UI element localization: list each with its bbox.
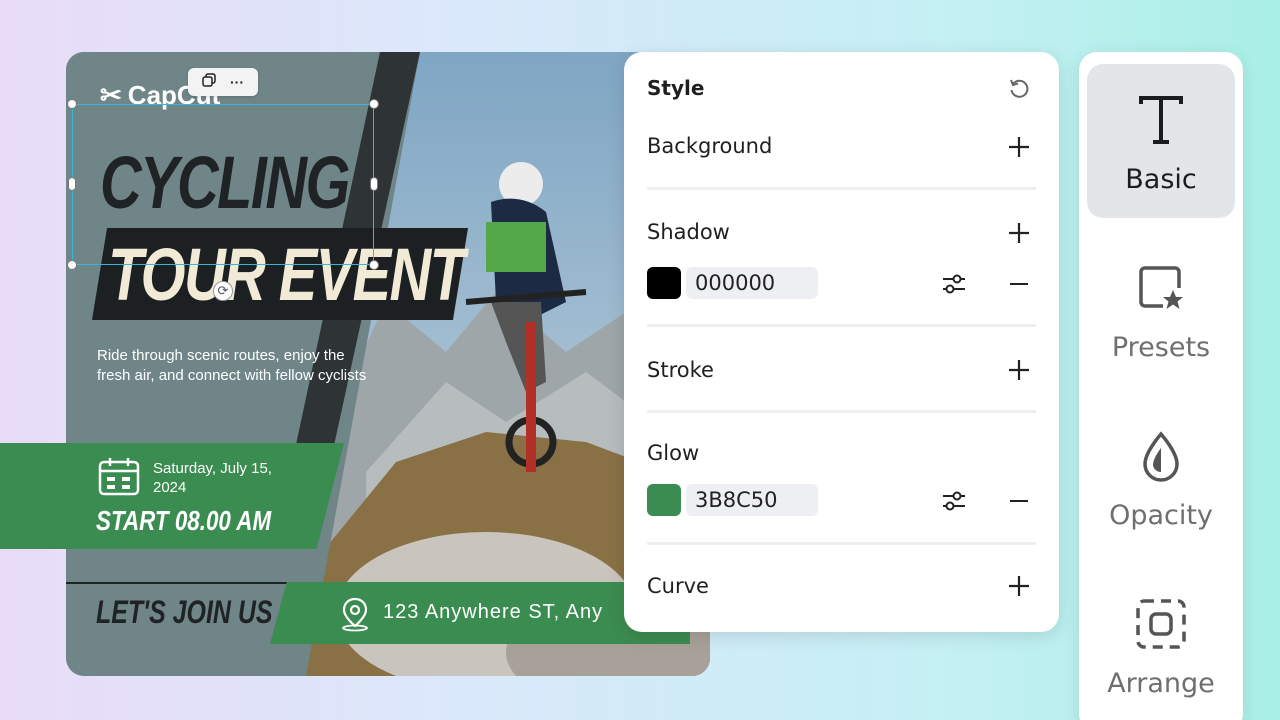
resize-handle-left[interactable] xyxy=(68,177,76,191)
calendar-icon xyxy=(98,456,140,501)
add-shadow-button[interactable] xyxy=(1006,220,1032,246)
glow-settings-icon[interactable] xyxy=(940,488,968,514)
resize-handle-bottom-left[interactable] xyxy=(67,260,77,270)
add-curve-button[interactable] xyxy=(1006,573,1032,599)
resize-handle-top-right[interactable] xyxy=(369,99,379,109)
tool-rail: Basic Presets Opacity Arrange xyxy=(1079,52,1243,720)
curve-label: Curve xyxy=(647,574,709,598)
shadow-settings-icon[interactable] xyxy=(940,271,968,297)
shadow-color-input[interactable]: 000000 xyxy=(686,267,818,299)
divider xyxy=(647,542,1036,545)
add-stroke-button[interactable] xyxy=(1006,357,1032,383)
join-cta[interactable]: LET'S JOIN US xyxy=(96,594,273,631)
divider xyxy=(647,410,1036,413)
add-background-button[interactable] xyxy=(1006,134,1032,160)
opacity-drop-icon xyxy=(1133,426,1189,486)
resize-handle-bottom-right[interactable] xyxy=(369,260,379,270)
glow-label: Glow xyxy=(647,441,700,465)
floating-toolbar: ··· xyxy=(188,68,258,96)
rail-item-label: Arrange xyxy=(1107,668,1215,699)
style-title: Style xyxy=(647,76,705,100)
stroke-label: Stroke xyxy=(647,358,714,382)
remove-shadow-button[interactable] xyxy=(1006,271,1032,297)
text-t-icon xyxy=(1133,90,1189,150)
arrange-icon xyxy=(1133,594,1189,654)
start-time[interactable]: START 08.00 AM xyxy=(96,505,271,537)
rail-item-label: Presets xyxy=(1111,332,1211,363)
glow-color-swatch[interactable] xyxy=(647,484,681,516)
shadow-label: Shadow xyxy=(647,220,730,244)
divider xyxy=(647,324,1036,327)
rail-item-basic[interactable]: Basic xyxy=(1087,64,1235,218)
rotate-icon[interactable]: ⟳ xyxy=(213,281,233,301)
reset-icon[interactable] xyxy=(1006,76,1032,102)
poster-description[interactable]: Ride through scenic routes, enjoy the fr… xyxy=(97,346,367,386)
rail-item-presets[interactable]: Presets xyxy=(1087,232,1235,386)
rail-item-opacity[interactable]: Opacity xyxy=(1087,400,1235,554)
resize-handle-right[interactable] xyxy=(370,177,378,191)
rail-item-arrange[interactable]: Arrange xyxy=(1087,568,1235,720)
shadow-color-swatch[interactable] xyxy=(647,267,681,299)
background-label: Background xyxy=(647,134,773,158)
copy-icon[interactable] xyxy=(202,72,216,92)
glow-color-input[interactable]: 3B8C50 xyxy=(686,484,818,516)
resize-handle-top-left[interactable] xyxy=(67,99,77,109)
more-options-icon[interactable]: ··· xyxy=(230,75,244,89)
event-address[interactable]: 123 Anywhere ST, Any xyxy=(383,601,603,624)
remove-glow-button[interactable] xyxy=(1006,488,1032,514)
event-date[interactable]: Saturday, July 15, 2024 xyxy=(153,459,293,497)
rail-item-label: Basic xyxy=(1125,164,1197,195)
selection-box[interactable] xyxy=(72,104,374,265)
style-panel: Style Background Shadow 000000 Stroke Gl… xyxy=(624,52,1059,632)
rail-item-label: Opacity xyxy=(1109,500,1213,531)
location-pin-icon xyxy=(337,596,373,637)
divider xyxy=(647,187,1036,190)
presets-icon xyxy=(1133,258,1189,318)
